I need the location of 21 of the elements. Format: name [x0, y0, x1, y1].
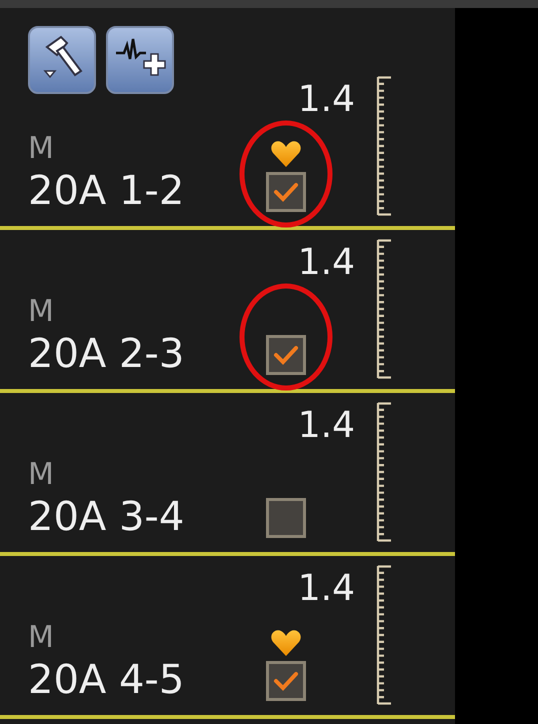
mode-label: M	[28, 623, 55, 653]
mode-label: M	[28, 460, 55, 490]
channel-name: 20A 3-4	[28, 496, 186, 538]
checkbox[interactable]	[266, 335, 306, 375]
check-icon	[273, 670, 299, 692]
channel-name: 20A 4-5	[28, 659, 186, 701]
scale-value: 1.4	[298, 82, 355, 118]
mode-label: M	[28, 297, 55, 327]
waveform-add-button[interactable]	[106, 26, 174, 94]
channel-name: 20A 2-3	[28, 333, 186, 375]
check-icon	[273, 181, 299, 203]
checkbox[interactable]	[266, 498, 306, 538]
checkbox[interactable]	[266, 172, 306, 212]
checkbox[interactable]	[266, 661, 306, 701]
scale-value: 1.4	[298, 408, 355, 444]
scale-value: 1.4	[298, 571, 355, 607]
hammer-button[interactable]	[28, 26, 96, 94]
mode-label: M	[28, 134, 55, 164]
check-icon	[273, 344, 299, 366]
channel-name: 20A 1-2	[28, 170, 186, 212]
scale-value: 1.4	[298, 245, 355, 281]
